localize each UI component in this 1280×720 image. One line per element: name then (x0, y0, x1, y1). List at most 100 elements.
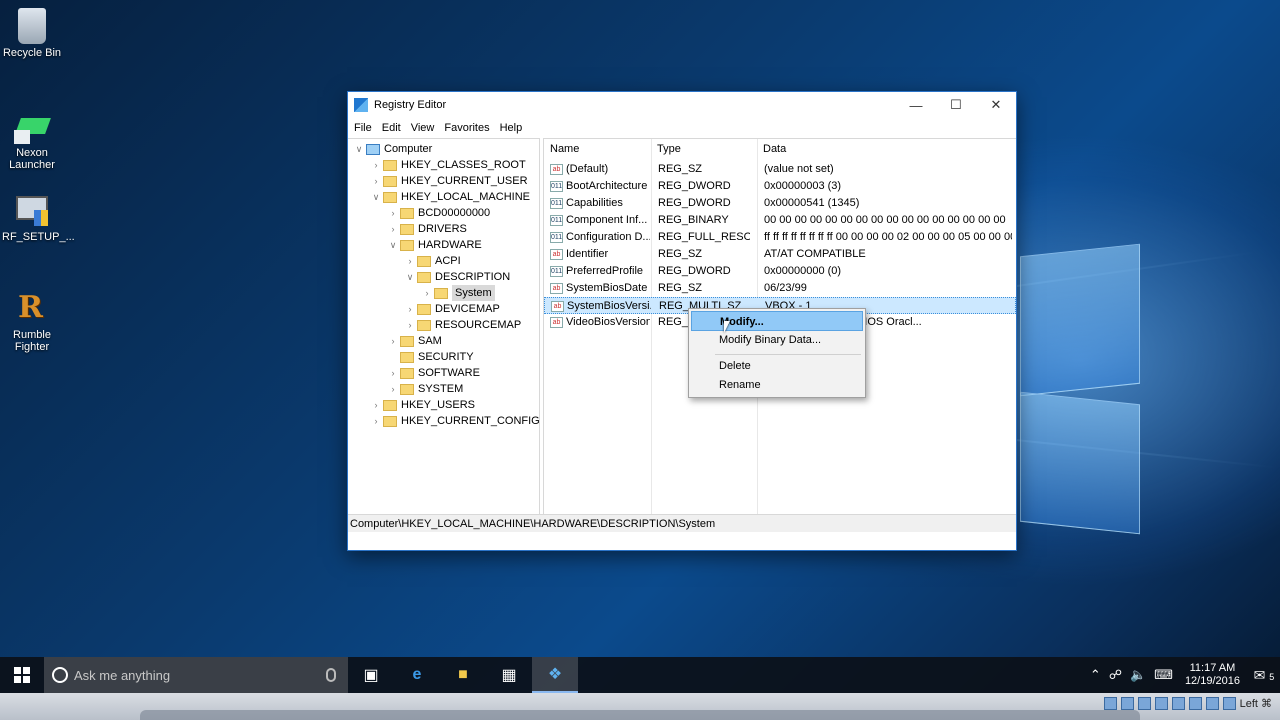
vm-record-icon[interactable] (1205, 697, 1219, 710)
tree-node[interactable]: ∨ HARDWARE (386, 237, 482, 253)
keyboard-icon[interactable]: ⌨ (1154, 667, 1173, 683)
vm-network-icon[interactable] (1188, 697, 1202, 710)
value-row[interactable]: 011Configuration D... REG_FULL_RESOU... ff… (544, 229, 1016, 246)
chevron-down-icon[interactable]: ∨ (403, 269, 417, 285)
vm-disk-icon[interactable] (1103, 697, 1117, 710)
value-data: AT/AT COMPATIBLE (764, 248, 866, 260)
desktop-icon-nexon-launcher[interactable]: Nexon Launcher (2, 108, 62, 171)
chevron-right-icon[interactable]: › (386, 365, 400, 381)
tree-node[interactable]: › DRIVERS (386, 221, 467, 237)
speaker-icon[interactable]: 🔈 (1130, 667, 1146, 683)
network-icon[interactable]: ☍ (1109, 667, 1122, 683)
taskbar-file-explorer[interactable]: ■ (440, 657, 486, 693)
tree-node[interactable]: › SOFTWARE (386, 365, 480, 381)
folder-icon (400, 223, 414, 235)
chevron-right-icon[interactable]: › (386, 205, 400, 221)
chevron-right-icon[interactable]: › (386, 381, 400, 397)
tree-node[interactable]: › RESOURCEMAP (403, 317, 522, 333)
vm-optical-icon[interactable] (1120, 697, 1134, 710)
value-row[interactable]: 011 Capabilities REG_DWORD 0x00000541 (1345… (544, 195, 1016, 212)
value-row[interactable]: ab SystemBiosDate REG_SZ 06/23/99 (544, 280, 1016, 297)
tree-node[interactable]: ∨ Computer (352, 141, 433, 157)
chevron-right-icon[interactable]: › (403, 253, 417, 269)
tree-node[interactable]: › DEVICEMAP (403, 301, 500, 317)
tree-node[interactable]: ∨ DESCRIPTION (403, 269, 510, 285)
chevron-right-icon[interactable]: › (369, 173, 383, 189)
tree-node[interactable]: › HKEY_USERS (369, 397, 475, 413)
chevron-down-icon[interactable]: ∨ (369, 189, 383, 205)
context-item-delete[interactable]: Delete (691, 356, 863, 376)
value-row[interactable]: 011 PreferredProfile REG_DWORD 0x00000000 (… (544, 263, 1016, 280)
value-row[interactable]: ab (Default) REG_SZ (value not set) (544, 161, 1016, 178)
chevron-right-icon[interactable]: › (403, 301, 417, 317)
desktop-icon-label: RF_SETUP_... (2, 231, 75, 243)
context-item-modify[interactable]: Modify... (691, 311, 863, 331)
tree-node[interactable]: SECURITY (386, 349, 474, 365)
binary-value-icon: 011 (550, 198, 563, 209)
notification-icon: ✉ (1253, 666, 1266, 683)
menu-favorites[interactable]: Favorites (444, 122, 489, 134)
context-item-rename[interactable]: Rename (691, 375, 863, 395)
clock[interactable]: 11:17 AM 12/19/2016 (1185, 662, 1240, 688)
vm-usb-icon[interactable] (1137, 697, 1151, 710)
taskbar-edge[interactable]: e (394, 657, 440, 693)
desktop-icon-recycle-bin[interactable]: Recycle Bin (2, 8, 62, 59)
minimize-button[interactable]: — (896, 98, 936, 113)
chevron-right-icon[interactable]: › (369, 157, 383, 173)
vm-cpu-icon[interactable] (1222, 697, 1236, 710)
taskbar-registry-editor[interactable]: ❖ (532, 657, 578, 693)
tree-node[interactable]: › HKEY_CURRENT_USER (369, 173, 528, 189)
tree-node[interactable]: ∨ HKEY_LOCAL_MACHINE (369, 189, 530, 205)
column-header-type[interactable]: Type (651, 139, 681, 159)
start-button[interactable] (0, 657, 44, 693)
tree-node[interactable]: › ACPI (403, 253, 461, 269)
tree-node[interactable]: › System (420, 285, 495, 301)
menu-view[interactable]: View (411, 122, 435, 134)
task-view-button[interactable]: ▣ (348, 657, 394, 693)
value-type: REG_SZ (658, 163, 703, 175)
chevron-right-icon[interactable]: › (403, 317, 417, 333)
desktop-icon-label: Nexon Launcher (9, 147, 55, 171)
context-item-modify-binary[interactable]: Modify Binary Data... (691, 330, 863, 350)
desktop-icon-rumble-fighter[interactable]: Rumble Fighter (2, 290, 62, 353)
chevron-right-icon[interactable]: › (386, 221, 400, 237)
value-name: Identifier (566, 248, 609, 260)
column-header-data[interactable]: Data (757, 139, 786, 159)
chevron-right-icon[interactable]: › (420, 285, 434, 301)
close-button[interactable]: ✕ (976, 97, 1016, 113)
chevron-up-icon[interactable]: ⌃ (1090, 667, 1101, 683)
vm-display-icon[interactable] (1171, 697, 1185, 710)
tree-node[interactable]: › SAM (386, 333, 442, 349)
folder-icon (383, 415, 397, 427)
value-name: BootArchitecture (566, 180, 648, 192)
action-center-button[interactable]: ✉ 5 (1248, 667, 1280, 684)
registry-editor-window: Registry Editor — ☐ ✕ File Edit View Fav… (347, 91, 1017, 551)
desktop-icon-rf-setup[interactable]: RF_SETUP_... (2, 192, 75, 243)
chevron-down-icon[interactable]: ∨ (386, 237, 400, 253)
desktop-icon-label: Recycle Bin (2, 47, 62, 59)
tree-node[interactable]: › HKEY_CLASSES_ROOT (369, 157, 526, 173)
system-tray: ⌃ ☍ 🔈 ⌨ 11:17 AM 12/19/2016 ✉ 5 (1086, 657, 1280, 693)
menu-file[interactable]: File (354, 122, 372, 134)
value-row[interactable]: 011 BootArchitecture REG_DWORD 0x00000003 (… (544, 178, 1016, 195)
value-row[interactable]: 011 Component Inf... REG_BINARY 00 00 00 00… (544, 212, 1016, 229)
menu-edit[interactable]: Edit (382, 122, 401, 134)
value-row[interactable]: ab Identifier REG_SZ AT/AT COMPATIBLE (544, 246, 1016, 263)
microphone-icon[interactable] (326, 668, 336, 682)
title-bar[interactable]: Registry Editor — ☐ ✕ (348, 92, 1016, 118)
taskbar-store[interactable]: ▦ (486, 657, 532, 693)
tree-node[interactable]: › HKEY_CURRENT_CONFIG (369, 413, 540, 429)
maximize-button[interactable]: ☐ (936, 97, 976, 113)
chevron-right-icon[interactable]: › (369, 413, 383, 429)
mouse-cursor-icon (724, 321, 730, 333)
registry-tree[interactable]: ∨ Computer › HKEY_CLASSES_ROOT › HKEY_CURRENT… (348, 138, 540, 532)
search-box[interactable]: Ask me anything (44, 657, 348, 693)
chevron-down-icon[interactable]: ∨ (352, 141, 366, 157)
chevron-right-icon[interactable]: › (369, 397, 383, 413)
tree-node[interactable]: › SYSTEM (386, 381, 464, 397)
column-header-name[interactable]: Name (544, 139, 579, 159)
menu-help[interactable]: Help (500, 122, 523, 134)
chevron-right-icon[interactable]: › (386, 333, 400, 349)
vm-shared-folder-icon[interactable] (1154, 697, 1168, 710)
tree-node[interactable]: › BCD00000000 (386, 205, 491, 221)
